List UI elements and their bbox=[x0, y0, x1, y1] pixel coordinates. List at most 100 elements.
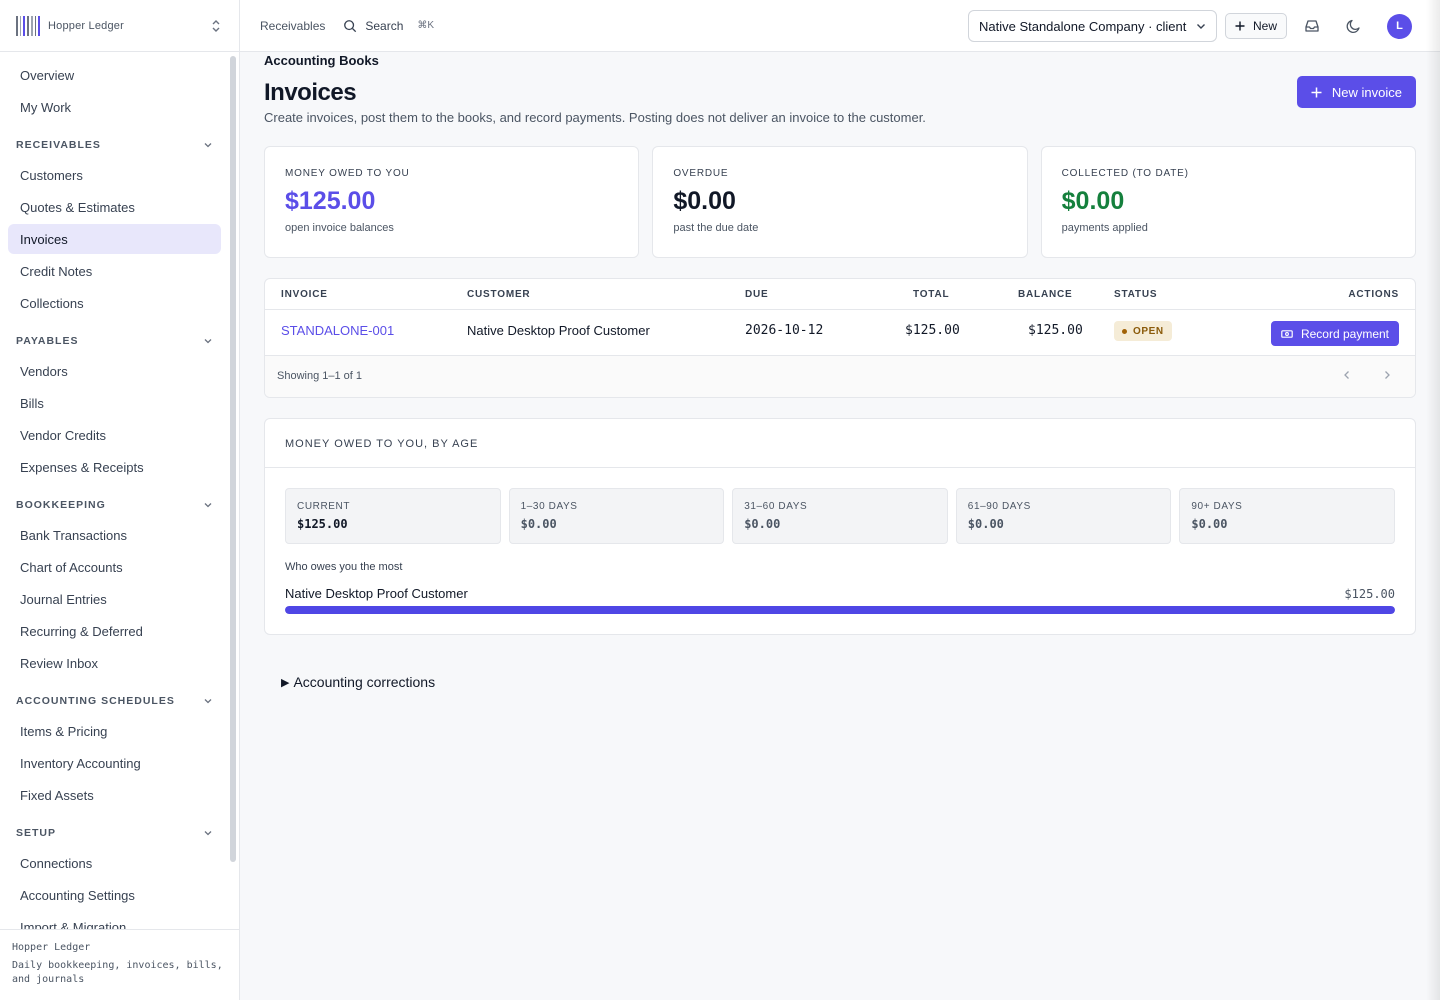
nav-section-payables[interactable]: PAYABLES bbox=[8, 326, 221, 356]
cash-icon bbox=[1281, 329, 1293, 338]
topbar: Receivables Search ⌘K Native Standalone … bbox=[240, 0, 1440, 52]
sidebar-item-collections[interactable]: Collections bbox=[8, 288, 221, 318]
moon-icon bbox=[1346, 19, 1360, 34]
search-icon bbox=[344, 19, 357, 32]
column-header-balance[interactable]: BALANCE bbox=[1018, 289, 1073, 300]
aging-bucket-value: $0.00 bbox=[520, 517, 557, 531]
chevron-down-icon bbox=[204, 831, 212, 836]
aging-bucket-value: $125.00 bbox=[297, 517, 348, 531]
sidebar-footer: Hopper Ledger Daily bookkeeping, invoice… bbox=[0, 929, 239, 1000]
table-footer: Showing 1–1 of 1 bbox=[265, 356, 1415, 397]
inbox-icon bbox=[1305, 20, 1319, 32]
new-button[interactable]: New bbox=[1224, 13, 1287, 39]
sidebar-item-my-work[interactable]: My Work bbox=[8, 92, 221, 122]
aging-bucket-current: CURRENT $125.00 bbox=[285, 488, 501, 544]
chevron-down-icon bbox=[204, 503, 212, 508]
stat-note: past the due date bbox=[673, 222, 759, 234]
aging-bucket-value: $0.00 bbox=[967, 517, 1004, 531]
theme-toggle-button[interactable] bbox=[1337, 10, 1371, 42]
brand-switcher[interactable]: Hopper Ledger Accounting Books bbox=[0, 0, 379, 68]
avatar[interactable]: L bbox=[1387, 13, 1412, 39]
stat-note: payments applied bbox=[1061, 222, 1148, 234]
summary-stats: MONEY OWED TO YOU $125.00 open invoice bal… bbox=[264, 146, 1416, 258]
column-header-invoice[interactable]: INVOICE bbox=[281, 289, 328, 300]
invoice-number-link[interactable]: STANDALONE-001 bbox=[281, 323, 394, 338]
sidebar-item-credit-notes[interactable]: Credit Notes bbox=[8, 256, 221, 286]
footer-tagline: Daily bookkeeping, invoices, bills, and … bbox=[12, 960, 223, 985]
breadcrumb[interactable]: Receivables bbox=[260, 19, 325, 33]
new-invoice-label: New invoice bbox=[1331, 84, 1402, 100]
aging-bucket-1-30-days: 1–30 DAYS $0.00 bbox=[508, 488, 725, 544]
search-shortcut: ⌘K bbox=[417, 20, 435, 31]
sidebar-item-journal-entries[interactable]: Journal Entries bbox=[8, 584, 221, 614]
sidebar-item-recurring-and-deferred[interactable]: Recurring & Deferred bbox=[8, 616, 221, 646]
sidebar-nav: Overview My Work RECEIVABLES Customers Quote… bbox=[0, 52, 229, 929]
sidebar-item-chart-of-accounts[interactable]: Chart of Accounts bbox=[8, 552, 221, 582]
top-debtor-bar-fill bbox=[285, 606, 1395, 614]
top-debtors-label: Who owes you the most bbox=[285, 561, 403, 573]
chevron-right-icon[interactable] bbox=[1381, 369, 1393, 381]
record-payment-label: Record payment bbox=[1300, 326, 1389, 341]
nav-section-bookkeeping[interactable]: BOOKKEEPING bbox=[8, 490, 221, 520]
column-header-customer[interactable]: CUSTOMER bbox=[467, 289, 530, 300]
new-invoice-button[interactable]: New invoice bbox=[1296, 76, 1416, 108]
top-debtor-name: Native Desktop Proof Customer bbox=[285, 586, 468, 601]
window-edge-shadow bbox=[1426, 0, 1440, 1000]
stat-note: open invoice balances bbox=[285, 222, 394, 234]
inbox-button[interactable] bbox=[1295, 10, 1329, 42]
aging-bucket-label: 90+ DAYS bbox=[1191, 501, 1243, 512]
company-select[interactable]: Native Standalone Company · client bbox=[967, 10, 1217, 42]
sidebar-item-connections[interactable]: Connections bbox=[8, 848, 221, 878]
balance-cell: $125.00 bbox=[1028, 323, 1083, 338]
status-label: OPEN bbox=[1133, 325, 1164, 337]
sidebar-item-overview[interactable]: Overview bbox=[8, 60, 221, 90]
brand-subtitle: Hopper Ledger bbox=[48, 19, 124, 32]
aging-buckets: CURRENT $125.00 1–30 DAYS $0.00 31–60 DAYS $0… bbox=[285, 488, 1395, 544]
column-header-status[interactable]: STATUS bbox=[1114, 289, 1157, 300]
sidebar-item-fixed-assets[interactable]: Fixed Assets bbox=[8, 780, 221, 810]
chevron-left-icon[interactable] bbox=[1341, 369, 1353, 381]
nav-section-title: SETUP bbox=[16, 827, 57, 839]
pagination-summary: Showing 1–1 of 1 bbox=[277, 370, 363, 382]
nav-section-receivables[interactable]: RECEIVABLES bbox=[8, 130, 221, 160]
column-header-due[interactable]: DUE bbox=[745, 289, 769, 300]
stat-value: $0.00 bbox=[1061, 187, 1125, 215]
sidebar-item-vendors[interactable]: Vendors bbox=[8, 356, 221, 386]
stat-value: $125.00 bbox=[285, 187, 376, 215]
column-header-total[interactable]: TOTAL bbox=[913, 289, 949, 300]
sidebar-item-review-inbox[interactable]: Review Inbox bbox=[8, 648, 221, 678]
sidebar-item-accounting-settings[interactable]: Accounting Settings bbox=[8, 880, 221, 910]
aging-bucket-label: 31–60 DAYS bbox=[744, 501, 808, 512]
page-header: Invoices Create invoices, post them to t… bbox=[264, 52, 1416, 146]
sidebar: Hopper Ledger Accounting Books Overview M… bbox=[0, 0, 379, 1000]
stat-card-overdue: OVERDUE $0.00 past the due date bbox=[652, 146, 1028, 258]
sidebar-item-import-and-migration[interactable]: Import & Migration bbox=[8, 912, 221, 930]
accounting-corrections-toggle[interactable]: ▶ Accounting corrections bbox=[281, 674, 1416, 690]
page-title: Invoices bbox=[264, 79, 357, 106]
search-button[interactable]: Search ⌘K bbox=[343, 19, 434, 33]
sidebar-item-bank-transactions[interactable]: Bank Transactions bbox=[8, 520, 221, 550]
sidebar-item-bills[interactable]: Bills bbox=[8, 388, 221, 418]
aging-bucket-value: $0.00 bbox=[1191, 517, 1228, 531]
nav-section-accounting-schedules[interactable]: ACCOUNTING SCHEDULES bbox=[8, 686, 221, 716]
sidebar-item-inventory-accounting[interactable]: Inventory Accounting bbox=[8, 748, 221, 778]
top-debtor-amount: $125.00 bbox=[1344, 587, 1395, 601]
record-payment-button[interactable]: Record payment bbox=[1270, 321, 1399, 346]
footer-app-name: Hopper Ledger bbox=[12, 942, 91, 953]
sidebar-item-items-and-pricing[interactable]: Items & Pricing bbox=[8, 716, 221, 746]
stat-label: MONEY OWED TO YOU bbox=[285, 168, 410, 179]
page-description: Create invoices, post them to the books,… bbox=[264, 110, 926, 125]
aging-bucket-label: 61–90 DAYS bbox=[967, 501, 1031, 512]
table-header: INVOICE CUSTOMER DUE TOTAL BALANCE STATU… bbox=[265, 279, 1415, 310]
aging-bucket-label: 1–30 DAYS bbox=[520, 501, 578, 512]
sidebar-item-expenses-and-receipts[interactable]: Expenses & Receipts bbox=[8, 452, 221, 482]
sidebar-item-invoices[interactable]: Invoices bbox=[8, 224, 221, 254]
ledger-logo-icon bbox=[16, 15, 41, 36]
pagination bbox=[1341, 369, 1393, 381]
sidebar-item-vendor-credits[interactable]: Vendor Credits bbox=[8, 420, 221, 450]
sidebar-item-customers[interactable]: Customers bbox=[8, 160, 221, 190]
sidebar-scrollbar[interactable] bbox=[230, 56, 236, 862]
sidebar-item-quotes-and-estimates[interactable]: Quotes & Estimates bbox=[8, 192, 221, 222]
nav-section-setup[interactable]: SETUP bbox=[8, 818, 221, 848]
chevron-down-icon bbox=[204, 339, 212, 344]
